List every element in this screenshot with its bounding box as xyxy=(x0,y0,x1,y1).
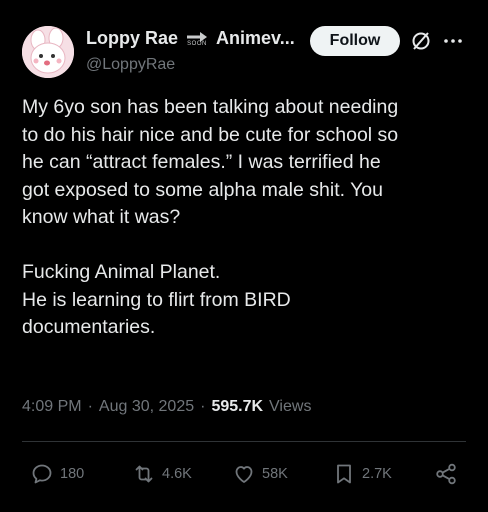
author-name-row[interactable]: Loppy Rae SOON Animev... xyxy=(86,28,295,49)
like-count: 58K xyxy=(262,466,288,482)
follow-button[interactable]: Follow xyxy=(310,26,400,56)
author-handle[interactable]: @LoppyRae xyxy=(86,56,175,74)
action-bar: 180 4.6K 58K 2.7K xyxy=(22,456,466,492)
tweet-meta: 4:09 PM · Aug 30, 2025 · 595.7K Views xyxy=(22,398,311,416)
tweet-date[interactable]: Aug 30, 2025 xyxy=(99,398,194,416)
avatar[interactable] xyxy=(22,26,74,78)
reply-icon xyxy=(32,464,52,484)
repost-button[interactable]: 4.6K xyxy=(132,456,192,492)
meta-separator: · xyxy=(200,398,206,415)
grok-icon[interactable] xyxy=(410,30,432,52)
author-display-name[interactable]: Loppy Rae xyxy=(86,28,178,49)
soon-label: SOON xyxy=(187,40,207,47)
views-label: Views xyxy=(269,398,312,415)
views-count: 595.7K xyxy=(211,398,264,415)
share-icon xyxy=(436,463,456,485)
author-name-suffix[interactable]: Animev... xyxy=(216,28,295,49)
reply-button[interactable]: 180 xyxy=(30,456,84,492)
like-button[interactable]: 58K xyxy=(232,456,288,492)
bookmark-button[interactable]: 2.7K xyxy=(332,456,392,492)
tweet-text: My 6yo son has been talking about needin… xyxy=(22,96,399,338)
bunny-avatar-icon xyxy=(22,26,74,78)
more-icon[interactable] xyxy=(442,30,464,52)
repost-count: 4.6K xyxy=(162,466,192,482)
like-icon xyxy=(235,466,253,483)
share-button[interactable] xyxy=(434,456,458,492)
repost-icon xyxy=(135,465,153,483)
reply-count: 180 xyxy=(60,466,85,482)
meta-separator: · xyxy=(87,398,93,415)
bookmark-icon xyxy=(337,464,351,484)
divider xyxy=(22,441,466,442)
soon-badge: SOON xyxy=(184,31,210,47)
bookmark-count: 2.7K xyxy=(362,466,392,482)
tweet-time[interactable]: 4:09 PM xyxy=(22,398,82,416)
